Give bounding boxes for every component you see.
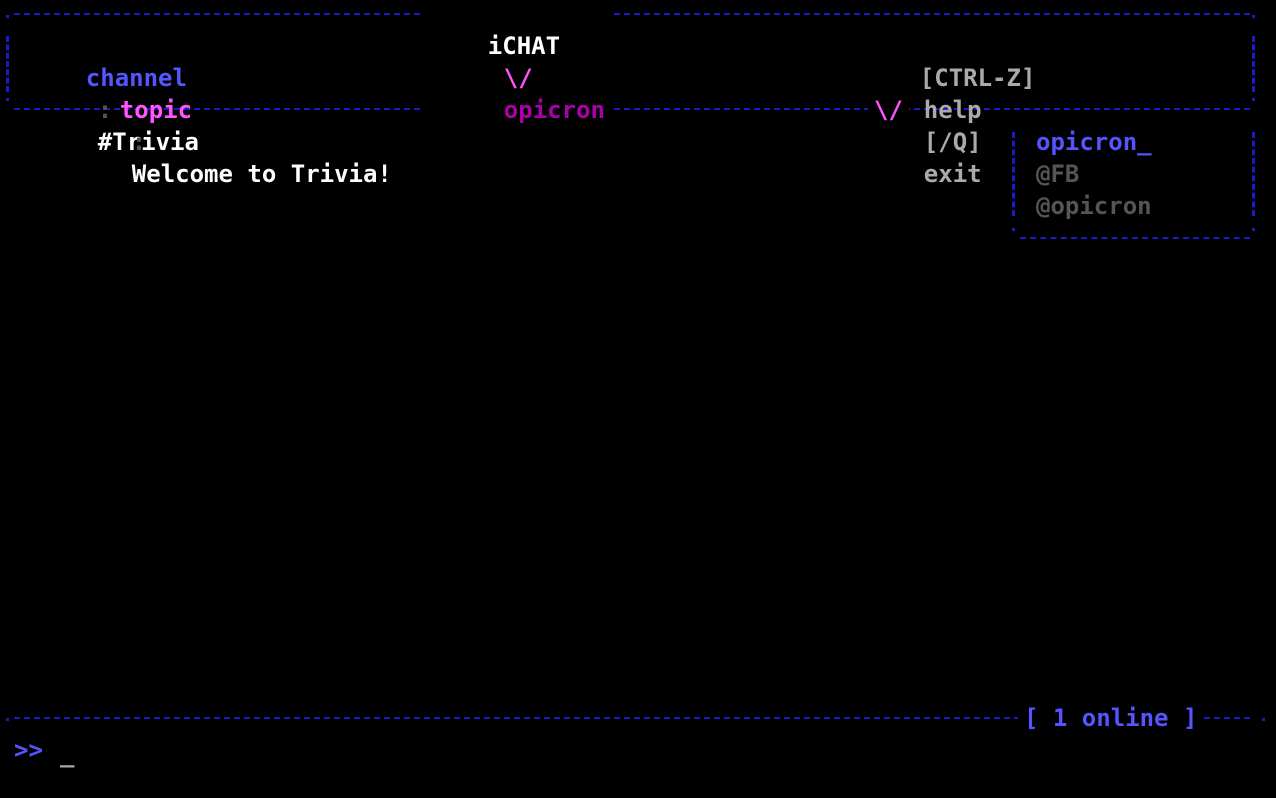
users-panel-title: opicron_ <box>1036 128 1152 156</box>
current-nickname: opicron <box>503 96 605 124</box>
header-left-border <box>6 36 9 92</box>
help-action: help <box>923 96 982 124</box>
users-left-border <box>1012 132 1015 216</box>
users-right-border <box>1252 132 1255 216</box>
title-separator-icon: \/ <box>503 64 533 92</box>
border-corner <box>6 15 9 18</box>
border-corner <box>1012 228 1015 231</box>
help-key: [CTRL-Z] <box>919 64 1036 92</box>
header-top-border <box>14 13 1250 15</box>
header-right-border <box>1252 36 1255 92</box>
border-corner <box>1252 228 1255 231</box>
user-list-item[interactable]: @opicron <box>1036 190 1152 222</box>
app-name: iCHAT <box>487 32 561 60</box>
border-corner <box>1252 15 1255 18</box>
topic-label: topic <box>119 96 193 124</box>
divider-chevron-icon: \/ <box>868 94 909 126</box>
input-prompt: >> <box>14 736 43 764</box>
message-area <box>14 124 1004 704</box>
border-corner <box>6 718 9 721</box>
border-corner <box>6 98 9 101</box>
border-corner <box>1252 98 1255 101</box>
online-count: [ 1 online ] <box>1018 702 1204 734</box>
users-bottom-border <box>1020 237 1250 239</box>
user-list-item[interactable]: @FB <box>1036 158 1079 190</box>
input-cursor[interactable]: _ <box>60 738 74 770</box>
border-corner <box>1262 718 1265 721</box>
